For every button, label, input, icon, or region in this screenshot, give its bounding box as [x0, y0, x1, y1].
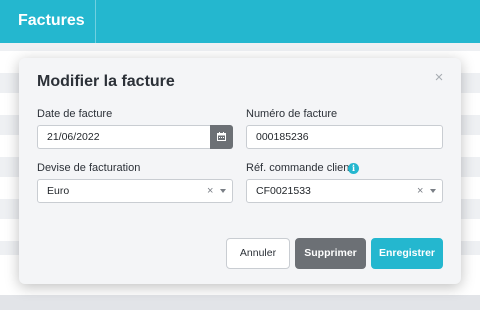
calendar-button[interactable] — [210, 125, 233, 149]
invoice-date-label: Date de facture — [37, 108, 113, 120]
list-footer — [0, 295, 480, 310]
invoice-date-value: 21/06/2022 — [47, 131, 100, 143]
currency-label: Devise de facturation — [37, 162, 141, 174]
currency-select[interactable]: Euro × — [37, 179, 233, 203]
clear-icon[interactable]: × — [207, 180, 213, 202]
invoice-number-input[interactable]: 000185236 — [246, 125, 443, 149]
chevron-down-icon[interactable] — [220, 189, 226, 193]
invoice-number-label: Numéro de facture — [246, 108, 338, 120]
close-icon[interactable]: × — [432, 70, 446, 85]
chevron-down-icon[interactable] — [430, 189, 436, 193]
clear-icon[interactable]: × — [417, 180, 423, 202]
save-button[interactable]: Enregistrer — [371, 238, 443, 269]
invoice-number-value: 000185236 — [256, 131, 309, 143]
cancel-button[interactable]: Annuler — [226, 238, 290, 269]
customer-order-ref-value: CF0021533 — [256, 185, 311, 197]
calendar-icon — [217, 132, 226, 141]
delete-button[interactable]: Supprimer — [295, 238, 366, 269]
edit-invoice-modal: Modifier la facture × Date de facture 21… — [19, 58, 461, 284]
currency-value: Euro — [47, 185, 70, 197]
top-bar: Factures — [0, 0, 480, 43]
modal-title: Modifier la facture — [37, 73, 175, 90]
customer-order-ref-select[interactable]: CF0021533 × — [246, 179, 443, 203]
invoice-date-input[interactable]: 21/06/2022 — [37, 125, 229, 149]
page-title[interactable]: Factures — [0, 0, 96, 43]
info-icon[interactable]: i — [348, 163, 359, 174]
customer-order-ref-label: Réf. commande client — [246, 162, 353, 174]
